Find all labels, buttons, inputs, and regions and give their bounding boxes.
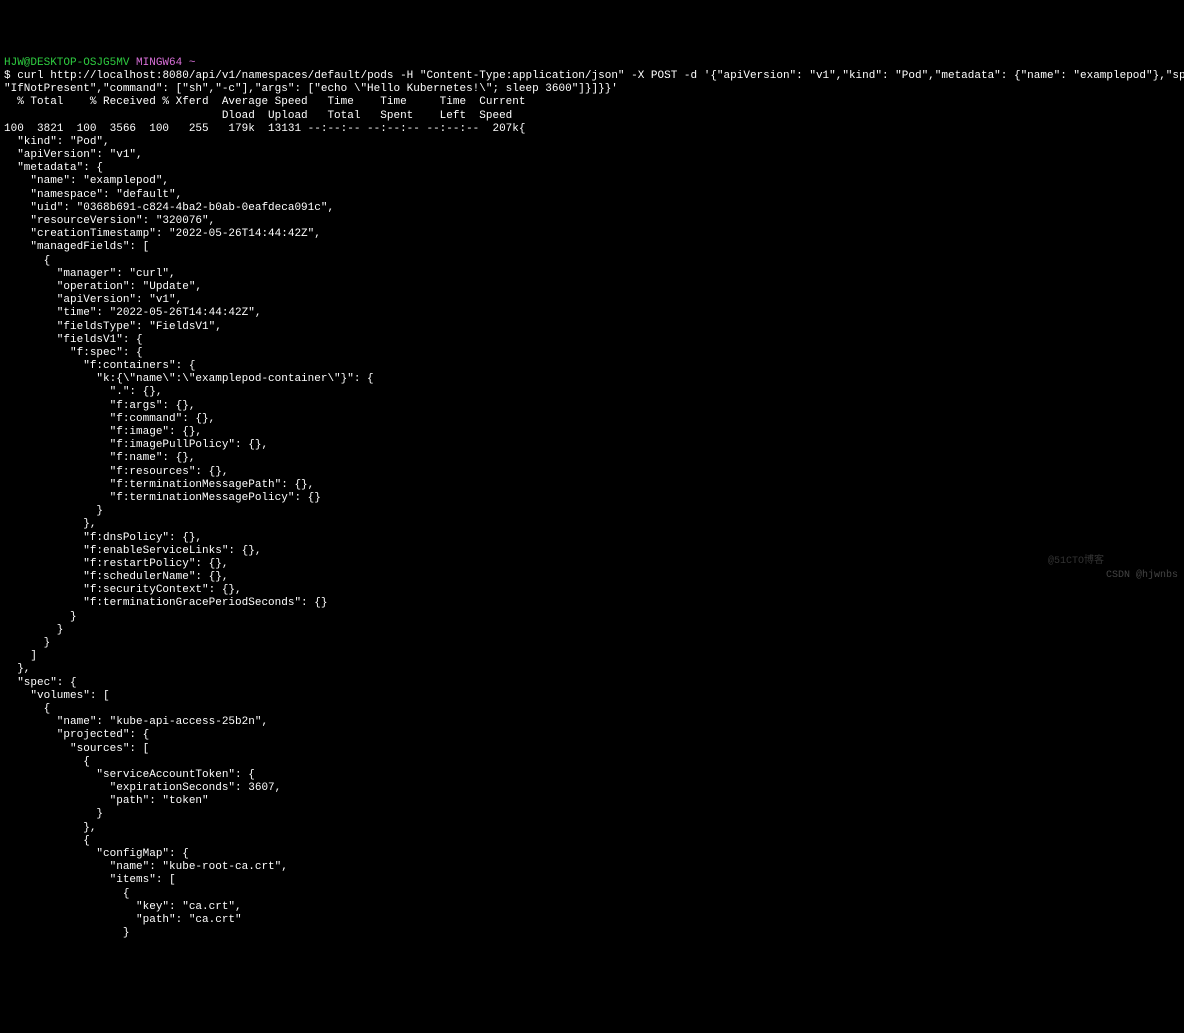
response-json-block: "kind": "Pod", "apiVersion": "v1", "meta… bbox=[4, 136, 1180, 940]
transfer-header-2: Dload Upload Total Spent Left Speed bbox=[4, 110, 512, 122]
prompt-user-host: HJW@DESKTOP-OSJG5MV bbox=[4, 57, 129, 69]
watermark-csdn: CSDN @hjwnbs bbox=[1106, 570, 1178, 582]
transfer-header-1: % Total % Received % Xferd Average Speed… bbox=[4, 96, 526, 108]
prompt-symbol: $ bbox=[4, 70, 11, 82]
prompt-line: HJW@DESKTOP-OSJG5MV MINGW64 ~ bbox=[4, 57, 195, 69]
command-line-2[interactable]: "IfNotPresent","command": ["sh","-c"],"a… bbox=[4, 83, 618, 95]
prompt-path: ~ bbox=[189, 57, 196, 69]
prompt-shell: MINGW64 bbox=[136, 57, 182, 69]
watermark-51cto: @51CTO博客 bbox=[1048, 556, 1104, 568]
command-line-1[interactable]: curl http://localhost:8080/api/v1/namesp… bbox=[17, 70, 1184, 82]
transfer-row: 100 3821 100 3566 100 255 179k 13131 --:… bbox=[4, 123, 526, 135]
